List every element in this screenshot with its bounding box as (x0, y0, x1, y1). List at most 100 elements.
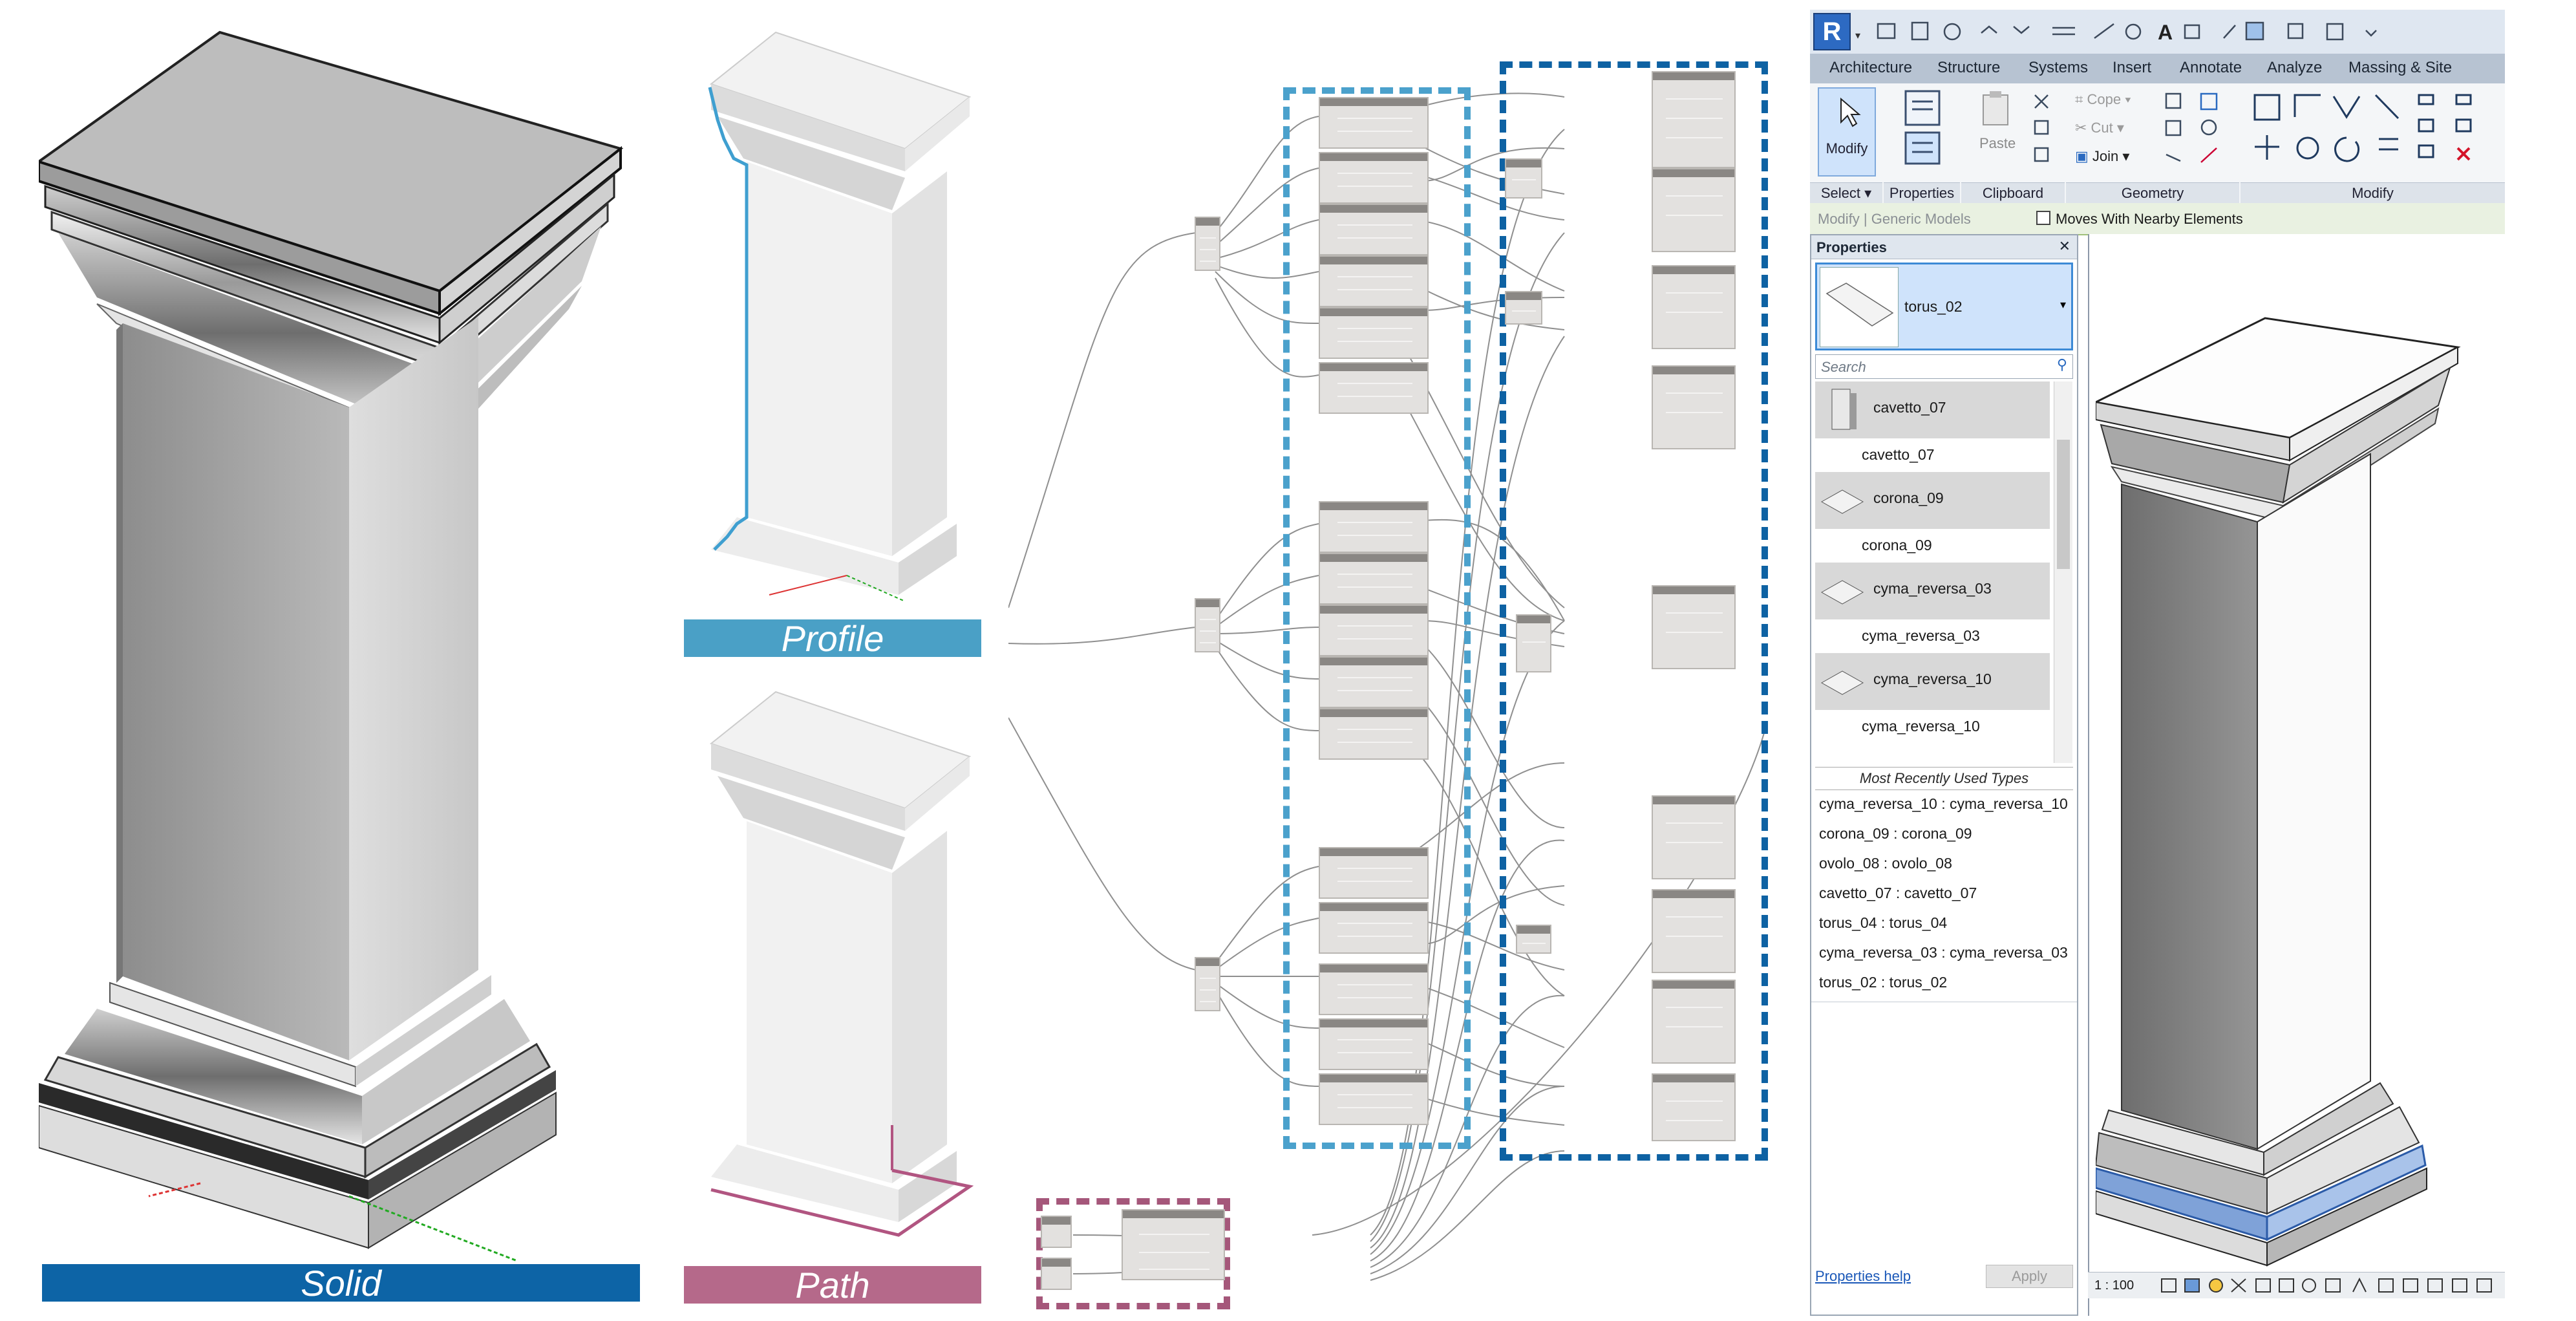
code-block-node[interactable] (1195, 598, 1220, 652)
type-search-input[interactable]: Search ⚲ (1815, 354, 2073, 379)
join-tool[interactable]: ▣ Join ▾ (2075, 148, 2129, 165)
path-node[interactable] (1041, 1258, 1072, 1290)
graph-node[interactable] (1319, 1018, 1429, 1070)
solid-node[interactable] (1652, 168, 1736, 252)
solid-node[interactable] (1652, 795, 1736, 879)
quick-access-toolbar: R ▾ A (1810, 10, 2505, 54)
scrollbar-thumb[interactable] (2057, 440, 2070, 569)
code-block-node[interactable] (1195, 217, 1220, 271)
tab-structure[interactable]: Structure (1937, 59, 2000, 77)
tab-systems[interactable]: Systems (2028, 59, 2088, 77)
solid-node[interactable] (1652, 265, 1736, 349)
path-node[interactable] (1041, 1216, 1072, 1248)
graph-node[interactable] (1319, 152, 1429, 204)
path-node[interactable] (1122, 1209, 1225, 1280)
cut-tool[interactable]: ✂ Cut ▾ (2075, 120, 2124, 136)
code-block-node[interactable] (1195, 957, 1220, 1011)
tab-analyze[interactable]: Analyze (2267, 59, 2322, 77)
tab-architecture[interactable]: Architecture (1829, 59, 1912, 77)
graph-node[interactable] (1505, 291, 1542, 325)
search-placeholder: Search (1821, 359, 1866, 375)
type-list-subname[interactable]: cyma_reversa_10 (1862, 718, 1980, 735)
graph-node[interactable] (1319, 605, 1429, 656)
mru-item[interactable]: cavetto_07 : cavetto_07 (1819, 885, 1977, 902)
modify-label: Modify (1826, 140, 1868, 156)
mru-item[interactable]: corona_09 : corona_09 (1819, 825, 1972, 843)
graph-node[interactable] (1319, 656, 1429, 708)
modify-tool-button[interactable]: Modify (1818, 87, 1876, 177)
solid-node[interactable] (1652, 889, 1736, 973)
panel-clipboard[interactable]: Clipboard (1961, 182, 2065, 203)
tab-massing-site[interactable]: Massing & Site (2348, 59, 2452, 77)
type-list-subname[interactable]: cavetto_07 (1862, 446, 1935, 464)
mru-item[interactable]: ovolo_08 : ovolo_08 (1819, 855, 1952, 872)
graph-node[interactable] (1319, 501, 1429, 553)
app-menu-arrow-icon[interactable]: ▾ (1855, 29, 1860, 42)
panel-select[interactable]: Select ▾ (1810, 182, 1882, 203)
view-control-icons[interactable] (2159, 1276, 2502, 1296)
cut-label: Cut (2091, 120, 2113, 136)
panel-geometry[interactable]: Geometry (2066, 182, 2239, 203)
view-scale[interactable]: 1 : 100 (2094, 1278, 2134, 1293)
graph-node[interactable] (1516, 614, 1551, 672)
solid-pedestal-render (39, 30, 624, 1262)
list-item[interactable]: cyma_reversa_03 (1815, 563, 2050, 619)
moves-with-nearby-checkbox[interactable] (2036, 211, 2050, 225)
close-icon[interactable]: ✕ (2059, 238, 2070, 255)
mru-item[interactable]: torus_02 : torus_02 (1819, 974, 1947, 991)
type-list-subname[interactable]: corona_09 (1862, 537, 1932, 554)
join-label: Join (2092, 148, 2119, 164)
apply-button[interactable]: Apply (1986, 1265, 2073, 1288)
revit-window: R ▾ A Architecture Structure Systems Ins… (1810, 10, 2576, 1316)
solid-node[interactable] (1652, 71, 1736, 168)
tab-insert[interactable]: Insert (2113, 59, 2151, 77)
chevron-down-icon: ▾ (2060, 298, 2066, 311)
graph-node[interactable] (1516, 925, 1551, 954)
solid-node[interactable] (1652, 585, 1736, 669)
graph-node[interactable] (1319, 204, 1429, 255)
solid-node[interactable] (1652, 365, 1736, 449)
graph-node[interactable] (1319, 847, 1429, 899)
graph-node[interactable] (1319, 708, 1429, 760)
cope-tool[interactable]: ⌗ Cope ▾ (2075, 91, 2131, 108)
graph-node[interactable] (1319, 255, 1429, 307)
panel-geometry-label: Geometry (2121, 184, 2184, 201)
view-control-bar: 1 : 100 (2088, 1272, 2505, 1298)
graph-node[interactable] (1319, 553, 1429, 605)
solid-node[interactable] (1652, 980, 1736, 1064)
type-selector[interactable]: torus_02 ▾ (1815, 263, 2073, 350)
mru-item[interactable]: torus_04 : torus_04 (1819, 914, 1947, 932)
paste-label[interactable]: Paste (1979, 135, 2016, 152)
type-list-name: cyma_reversa_03 (1873, 580, 1992, 597)
graph-node[interactable] (1319, 307, 1429, 359)
panel-modify[interactable]: Modify (2241, 182, 2505, 203)
graph-node[interactable] (1505, 158, 1542, 199)
graph-node[interactable] (1319, 1073, 1429, 1125)
panel-properties[interactable]: Properties (1884, 182, 1960, 203)
type-list-name: cavetto_07 (1873, 399, 1946, 416)
graph-node[interactable] (1319, 362, 1429, 414)
geometry-small-icons (2165, 92, 2218, 163)
type-list-scrollbar[interactable] (2054, 381, 2072, 763)
solid-node[interactable] (1652, 1073, 1736, 1141)
mru-item[interactable]: cyma_reversa_10 : cyma_reversa_10 (1819, 795, 2068, 813)
options-bar: Modify | Generic Models Moves With Nearb… (1810, 203, 2505, 235)
graph-node[interactable] (1319, 902, 1429, 954)
paste-icon[interactable] (1979, 90, 2012, 129)
tab-annotate[interactable]: Annotate (2180, 59, 2242, 77)
revit-app-button[interactable]: R (1813, 13, 1851, 50)
graph-node[interactable] (1319, 97, 1429, 149)
type-list-subname[interactable]: cyma_reversa_03 (1862, 627, 1980, 645)
list-item[interactable]: cavetto_07 (1815, 381, 2050, 438)
list-item[interactable]: corona_09 (1815, 472, 2050, 529)
cyma-reversa-type-icon (1820, 580, 1864, 605)
3d-view-canvas[interactable] (2088, 234, 2506, 1316)
cavetto-type-icon (1831, 389, 1857, 430)
mru-item[interactable]: cyma_reversa_03 : cyma_reversa_03 (1819, 944, 2068, 961)
modify-tool-icons[interactable] (2250, 89, 2505, 179)
list-item[interactable]: cyma_reversa_10 (1815, 653, 2050, 710)
mru-header: Most Recently Used Types (1815, 767, 2073, 790)
graph-node[interactable] (1319, 963, 1429, 1015)
properties-help-link[interactable]: Properties help (1815, 1268, 1911, 1285)
type-properties-icon[interactable] (1900, 90, 1946, 167)
